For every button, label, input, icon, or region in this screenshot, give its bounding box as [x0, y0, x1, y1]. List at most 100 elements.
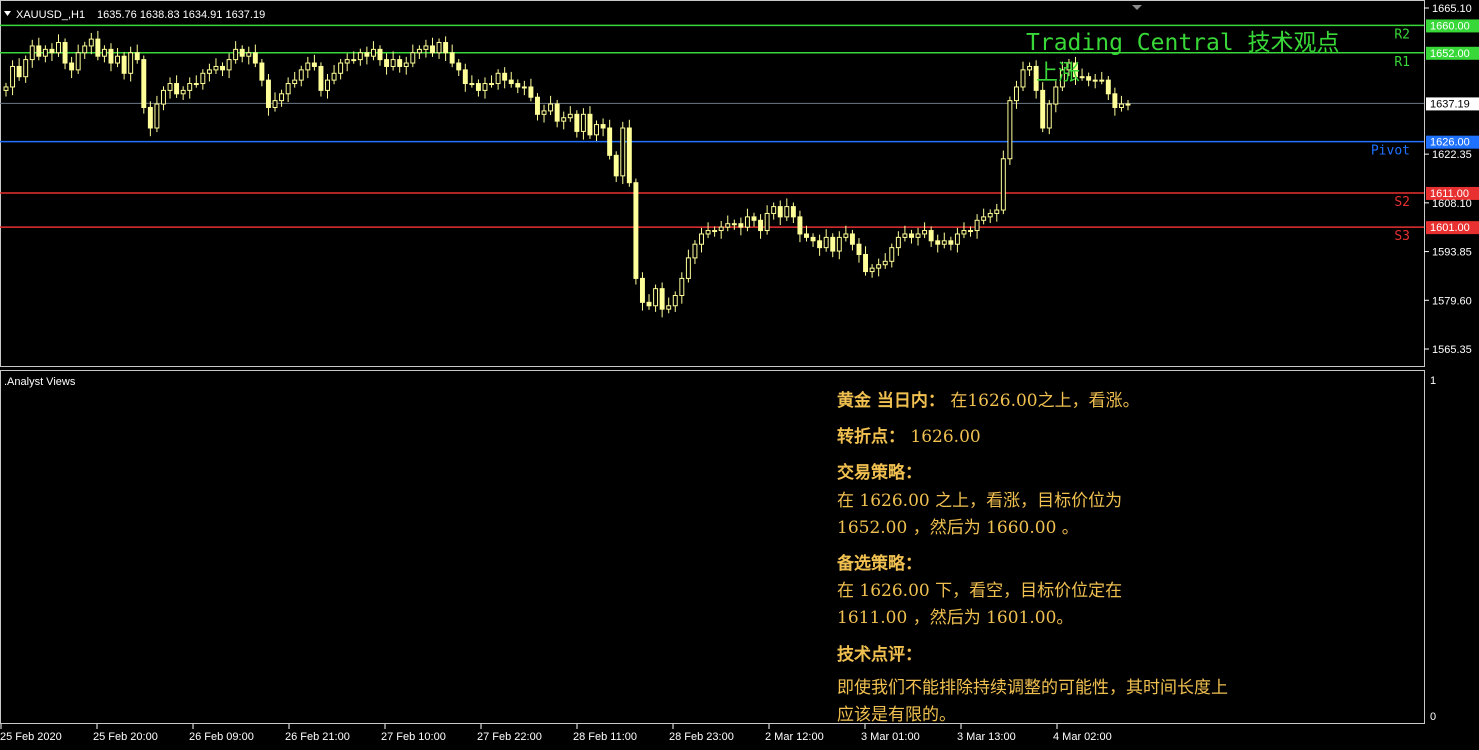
candle-body [82, 45, 88, 54]
candle-body [259, 62, 265, 81]
candle-body [423, 45, 429, 50]
candle-body [226, 59, 232, 71]
time-tick-label: 2 Mar 12:00 [765, 731, 824, 743]
candle-body [115, 55, 121, 64]
candle-body [23, 59, 29, 78]
candle-body [443, 42, 449, 54]
candle-body [489, 83, 495, 86]
alt-strategy-text-2: 1611.00 ，然后为 1601.00。 [837, 608, 1074, 629]
candle-body [410, 52, 416, 64]
strategy-title: 交易策略： [837, 463, 922, 484]
level-label-s2: S2 [1394, 195, 1410, 210]
price-tick-label: 1622.35 [1432, 149, 1472, 161]
candle-body [725, 223, 731, 228]
candle-body [200, 72, 206, 85]
candle-body [1079, 76, 1085, 79]
level-label-pivot: Pivot [1371, 144, 1410, 159]
candle-body [994, 209, 1000, 214]
candle-body [377, 48, 383, 61]
candle-body [3, 86, 9, 91]
candle-body [397, 59, 403, 67]
candle-body [56, 42, 61, 54]
candle-body [174, 83, 180, 95]
time-tick-label: 27 Feb 22:00 [477, 731, 542, 743]
candle-body [974, 219, 980, 232]
time-tick-label: 28 Feb 11:00 [573, 731, 637, 743]
candle-body [167, 83, 173, 91]
candle-body [784, 206, 790, 218]
candle-body [351, 59, 357, 62]
candle-body [292, 79, 298, 85]
candle-body [141, 59, 147, 108]
candle-body [580, 113, 586, 132]
time-tick-label: 26 Feb 21:00 [285, 731, 350, 743]
candle-body [1086, 76, 1092, 81]
candle-body [1007, 100, 1013, 160]
candle-body [213, 65, 219, 71]
candle-body [416, 48, 422, 54]
price-tick-label: 1579.60 [1432, 295, 1472, 307]
candle-body [771, 206, 777, 214]
candle-body [121, 55, 127, 74]
candle-body [430, 45, 435, 54]
candle-body [325, 79, 330, 91]
candle-body [594, 124, 599, 136]
candle-body [502, 72, 508, 81]
candle-body [161, 89, 166, 105]
symbol-label: XAUUSD_,H1 [16, 9, 85, 21]
candle-body [567, 113, 573, 119]
level-price-tag: 1626.00 [1430, 137, 1470, 149]
candle-body [147, 106, 153, 129]
candle-body [948, 240, 954, 245]
indicator-scale-bottom: 0 [1430, 711, 1436, 723]
candle-body [764, 212, 770, 232]
candle-body [987, 212, 993, 218]
candle-body [968, 230, 973, 233]
candle-body [285, 83, 291, 95]
candle-body [1092, 79, 1098, 82]
candle-body [712, 230, 718, 233]
candle-body [331, 72, 337, 81]
candle-body [390, 59, 396, 67]
candle-body [36, 45, 42, 57]
candle-body [744, 216, 750, 228]
candle-body [718, 226, 724, 232]
alt-strategy-title: 备选策略： [837, 553, 922, 574]
candle-body [515, 83, 521, 88]
candle-body [180, 89, 186, 95]
candle-body [876, 264, 882, 269]
candle-body [521, 86, 527, 89]
candle-body [49, 48, 55, 54]
candle-body [1000, 158, 1006, 211]
strategy-block: 交易策略： 在 1626.00 之上，看涨，目标价位为 1652.00 ，然后为… [837, 460, 1417, 542]
candle-body [134, 52, 140, 61]
candle-body [69, 62, 75, 71]
candle-body [823, 236, 829, 249]
candle-body [239, 48, 245, 57]
candle-body [42, 48, 48, 57]
comment-title: 技术点评： [837, 644, 922, 665]
candle-body [541, 110, 547, 115]
level-price-tag: 1652.00 [1430, 48, 1470, 60]
candle-body [128, 52, 134, 74]
candle-body [895, 236, 901, 249]
candle-body [804, 233, 809, 238]
candle-body [370, 48, 376, 57]
candle-body [265, 79, 271, 108]
candle-body [738, 223, 744, 228]
indicator-scale-top: 1 [1430, 375, 1436, 387]
candle-body [909, 233, 914, 238]
candle-body [830, 236, 836, 252]
candle-body [108, 48, 114, 64]
candle-body [88, 38, 94, 47]
candle-body [272, 100, 278, 108]
candle-body [187, 83, 193, 91]
candle-body [449, 52, 455, 64]
candle-body [626, 127, 632, 184]
indicator-name: .Analyst Views [4, 376, 76, 388]
candle-body [817, 240, 823, 249]
candle-body [246, 52, 252, 57]
candle-body [666, 305, 672, 310]
candle-body [607, 127, 613, 156]
candle-body [856, 243, 862, 255]
